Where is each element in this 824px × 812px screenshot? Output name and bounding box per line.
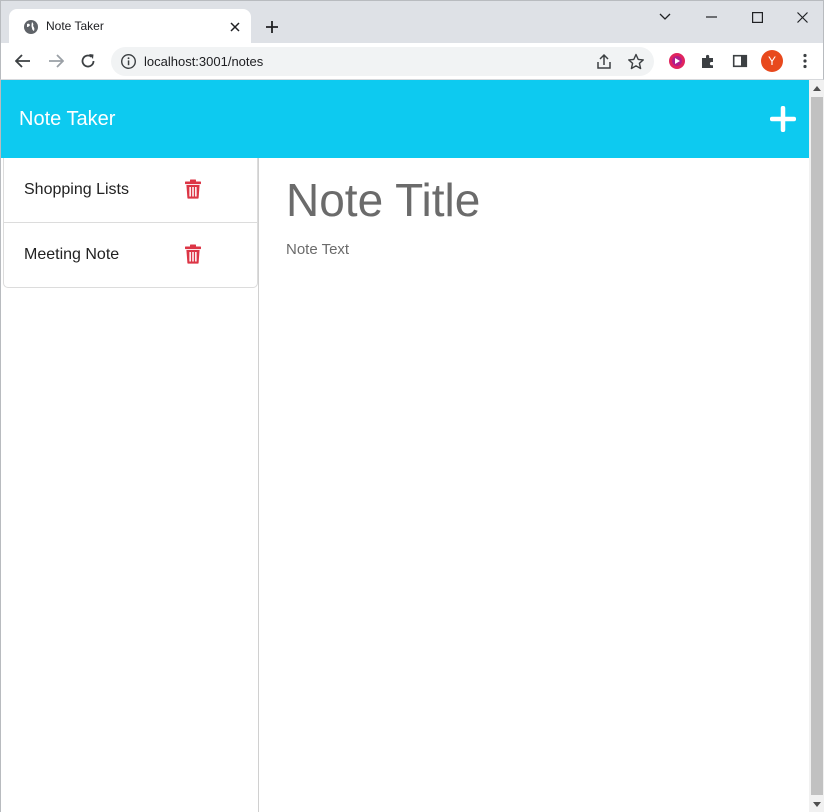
address-bar[interactable]: localhost:3001/notes — [111, 47, 654, 76]
trash-icon[interactable] — [184, 179, 202, 199]
info-icon[interactable] — [120, 53, 137, 70]
new-tab-icon[interactable] — [260, 15, 284, 39]
note-text-area[interactable]: Note Text — [286, 240, 786, 260]
scrollbar-thumb[interactable] — [811, 97, 823, 795]
trash-icon[interactable] — [184, 244, 202, 264]
profile-avatar[interactable]: Y — [761, 50, 783, 72]
more-options-icon[interactable] — [795, 51, 815, 71]
note-list-item[interactable]: Shopping Lists — [4, 158, 257, 223]
puzzle-extensions-icon[interactable] — [698, 51, 718, 71]
note-list-item[interactable]: Meeting Note — [4, 223, 257, 288]
browser-toolbar: localhost:3001/notes Y — [0, 43, 824, 80]
maximize-icon[interactable] — [734, 5, 780, 29]
media-extension-icon[interactable] — [667, 51, 687, 71]
star-icon[interactable] — [626, 52, 646, 72]
url-text: localhost:3001/notes — [144, 54, 264, 69]
browser-tab[interactable]: Note Taker — [9, 9, 251, 44]
share-icon[interactable] — [594, 52, 614, 72]
side-panel-icon[interactable] — [730, 51, 750, 71]
note-title-input[interactable]: Note Title — [286, 172, 786, 228]
chevron-down-icon[interactable] — [642, 5, 688, 29]
new-note-plus-icon[interactable] — [770, 106, 796, 132]
app-navbar: Note Taker — [1, 80, 809, 158]
browser-tabstrip: Note Taker — [0, 0, 824, 44]
vertical-scrollbar[interactable] — [809, 80, 824, 812]
tab-title: Note Taker — [46, 19, 104, 33]
forward-arrow-icon[interactable] — [43, 48, 69, 74]
scroll-up-arrow-icon[interactable] — [809, 80, 824, 96]
note-item-title[interactable]: Meeting Note — [24, 246, 119, 264]
note-list: Shopping Lists Meeting Note — [3, 158, 258, 288]
close-tab-icon[interactable] — [226, 18, 244, 36]
back-arrow-icon[interactable] — [10, 48, 36, 74]
window-close-icon[interactable] — [779, 5, 824, 29]
scroll-down-arrow-icon[interactable] — [809, 796, 824, 812]
note-item-title[interactable]: Shopping Lists — [24, 181, 129, 199]
minimize-icon[interactable] — [688, 5, 734, 29]
column-divider — [258, 158, 259, 812]
globe-icon — [24, 20, 38, 34]
reload-icon[interactable] — [75, 48, 101, 74]
app-brand[interactable]: Note Taker — [19, 108, 115, 131]
page-viewport: Note Taker Shopping Lists Meeting Note N… — [0, 80, 824, 812]
